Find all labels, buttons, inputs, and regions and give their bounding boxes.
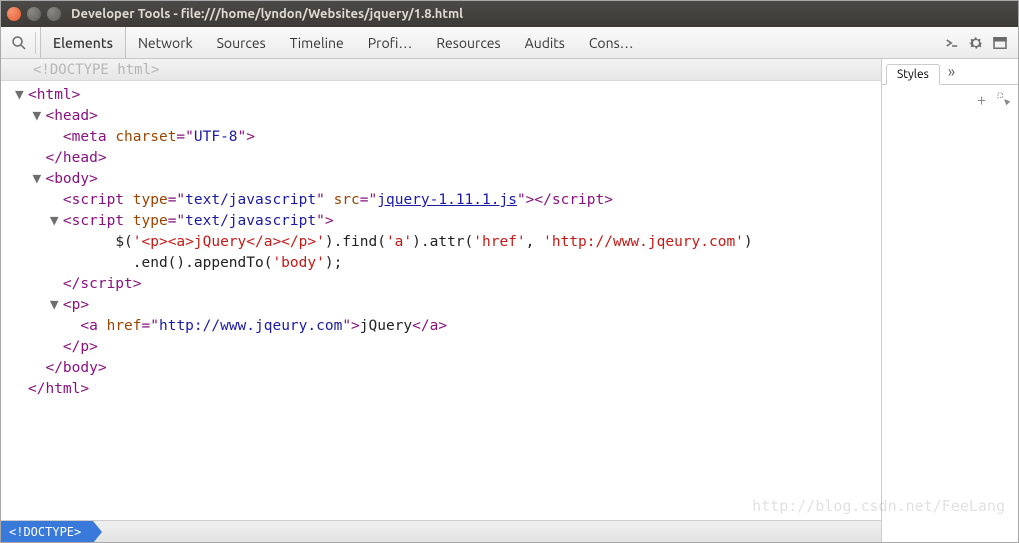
devtools-toolbar: ElementsNetworkSourcesTimelineProfi…Reso… — [1, 27, 1018, 59]
window-minimize-button[interactable] — [27, 7, 41, 21]
toggle-arrow-icon — [67, 316, 80, 337]
window-title: Developer Tools - file:///home/lyndon/We… — [71, 7, 463, 21]
dom-tree-row[interactable]: </p> — [15, 337, 881, 358]
breadcrumb-item[interactable]: <!DOCTYPE> — [1, 521, 93, 542]
dom-tree-row[interactable]: </script> — [15, 274, 881, 295]
styles-sidebar: Styles » + — [882, 59, 1018, 542]
tab-network[interactable]: Network — [126, 27, 205, 58]
dom-tree-row[interactable]: <a href="http://www.jqeury.com">jQuery</… — [15, 316, 881, 337]
toggle-arrow-icon — [102, 232, 115, 253]
dom-tree-row[interactable]: </html> — [15, 379, 881, 400]
toggle-arrow-icon — [50, 337, 63, 358]
tab-timeline[interactable]: Timeline — [278, 27, 356, 58]
dom-tree-row[interactable]: <meta charset="UTF-8"> — [15, 127, 881, 148]
dom-tree-row[interactable]: ▼<html> — [15, 85, 881, 106]
tab-audits[interactable]: Audits — [513, 27, 577, 58]
toggle-arrow-icon[interactable]: ▼ — [32, 169, 45, 190]
toggle-arrow-icon — [50, 127, 63, 148]
devtools-window: Developer Tools - file:///home/lyndon/We… — [0, 0, 1019, 543]
toggle-arrow-icon — [120, 253, 133, 274]
dom-tree-row[interactable]: ▼<body> — [15, 169, 881, 190]
toolbar-separator — [35, 32, 36, 54]
doctype-row[interactable]: <!DOCTYPE html> — [1, 59, 881, 81]
tab-elements[interactable]: Elements — [40, 27, 126, 58]
window-controls — [7, 7, 61, 21]
dom-tree-row[interactable]: <script type="text/javascript" src="jque… — [15, 190, 881, 211]
console-toggle-icon[interactable] — [940, 31, 964, 55]
tab-sources[interactable]: Sources — [205, 27, 278, 58]
toggle-arrow-icon[interactable]: ▼ — [32, 106, 45, 127]
tab-cons[interactable]: Cons… — [577, 27, 646, 58]
dock-icon[interactable] — [988, 31, 1012, 55]
add-style-icon[interactable]: + — [977, 91, 986, 110]
window-close-button[interactable] — [7, 7, 21, 21]
dom-tree-row[interactable]: </head> — [15, 148, 881, 169]
dom-tree-row[interactable]: ▼<head> — [15, 106, 881, 127]
window-titlebar: Developer Tools - file:///home/lyndon/We… — [1, 1, 1018, 27]
content-area: <!DOCTYPE html> ▼<html> ▼<head> <meta ch… — [1, 59, 1018, 542]
dom-tree-row[interactable]: .end().appendTo('body'); — [15, 253, 881, 274]
gear-icon[interactable] — [964, 31, 988, 55]
tabs-overflow-icon[interactable]: » — [940, 60, 964, 84]
dom-tree-row[interactable]: ▼<script type="text/javascript"> — [15, 211, 881, 232]
dom-tree[interactable]: ▼<html> ▼<head> <meta charset="UTF-8"> <… — [1, 81, 881, 520]
sidebar-actions: + — [882, 85, 1018, 116]
toggle-arrow-icon — [32, 148, 45, 169]
element-state-icon[interactable] — [996, 91, 1012, 110]
tab-profi[interactable]: Profi… — [356, 27, 425, 58]
toggle-arrow-icon[interactable]: ▼ — [50, 211, 63, 232]
main-tabs: ElementsNetworkSourcesTimelineProfi…Reso… — [40, 27, 646, 58]
toggle-arrow-icon — [32, 358, 45, 379]
search-icon[interactable] — [7, 31, 31, 55]
toggle-arrow-icon[interactable]: ▼ — [15, 85, 28, 106]
tab-styles[interactable]: Styles — [886, 64, 940, 85]
window-maximize-button[interactable] — [47, 7, 61, 21]
dom-tree-row[interactable]: ▼<p> — [15, 295, 881, 316]
dom-tree-row[interactable]: $('<p><a>jQuery</a></p>').find('a').attr… — [15, 232, 881, 253]
elements-panel: <!DOCTYPE html> ▼<html> ▼<head> <meta ch… — [1, 59, 882, 542]
toggle-arrow-icon — [50, 190, 63, 211]
dom-tree-row[interactable]: </body> — [15, 358, 881, 379]
breadcrumb-bar: <!DOCTYPE> — [1, 520, 881, 542]
sidebar-tabs: Styles » — [882, 59, 1018, 85]
toggle-arrow-icon[interactable]: ▼ — [50, 295, 63, 316]
tab-resources[interactable]: Resources — [424, 27, 512, 58]
toggle-arrow-icon — [15, 379, 28, 400]
toggle-arrow-icon — [50, 274, 63, 295]
